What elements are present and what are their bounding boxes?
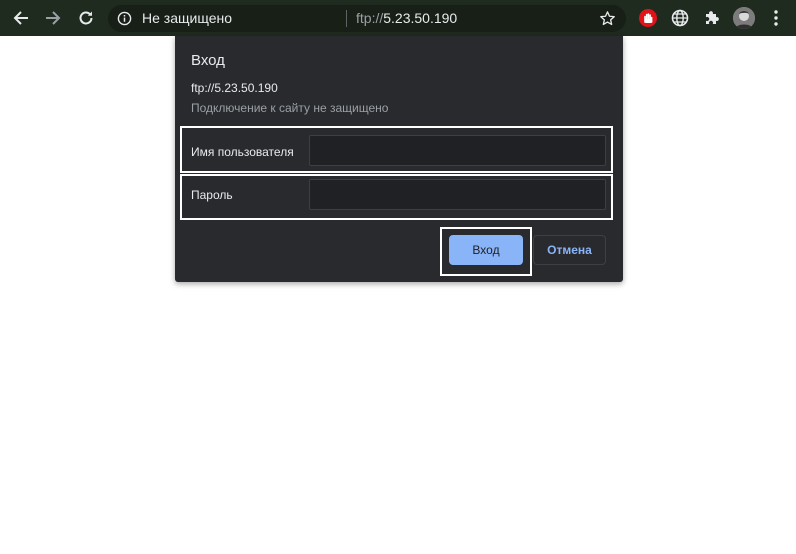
sign-in-dialog: Вход ftp://5.23.50.190 Подключение к сай… bbox=[175, 36, 623, 282]
password-field[interactable] bbox=[309, 179, 606, 210]
browser-toolbar: Не защищено ftp://5.23.50.190 bbox=[0, 0, 796, 36]
url-host: 5.23.50.190 bbox=[383, 10, 458, 26]
url-text[interactable]: ftp://5.23.50.190 bbox=[356, 10, 457, 27]
forward-button[interactable] bbox=[40, 5, 66, 31]
back-arrow-icon bbox=[13, 11, 28, 25]
info-icon[interactable] bbox=[117, 11, 132, 26]
password-label: Пароль bbox=[191, 188, 233, 202]
cancel-button[interactable]: Отмена bbox=[533, 235, 606, 265]
puzzle-extensions-icon[interactable] bbox=[702, 8, 722, 28]
url-scheme: ftp:// bbox=[356, 10, 384, 26]
forward-arrow-icon bbox=[46, 11, 61, 25]
reload-icon bbox=[79, 11, 93, 25]
dialog-security-warning: Подключение к сайту не защищено bbox=[191, 101, 389, 115]
stop-hand-extension-icon[interactable] bbox=[638, 8, 658, 28]
username-label: Имя пользователя bbox=[191, 145, 294, 159]
profile-photo bbox=[733, 7, 755, 29]
dialog-title: Вход bbox=[191, 52, 225, 69]
profile-avatar[interactable] bbox=[733, 7, 755, 29]
bookmark-star-icon[interactable] bbox=[599, 10, 616, 27]
signin-button[interactable]: Вход bbox=[449, 235, 523, 265]
dialog-site-url: ftp://5.23.50.190 bbox=[191, 81, 278, 95]
kebab-menu-icon[interactable] bbox=[769, 8, 783, 28]
reload-button[interactable] bbox=[73, 5, 99, 31]
security-status-label[interactable]: Не защищено bbox=[142, 10, 232, 27]
back-button[interactable] bbox=[8, 5, 34, 31]
username-field[interactable] bbox=[309, 135, 606, 166]
globe-extension-icon[interactable] bbox=[670, 8, 690, 28]
address-bar[interactable]: Не защищено ftp://5.23.50.190 bbox=[108, 5, 626, 32]
omnibox-separator bbox=[346, 10, 347, 27]
